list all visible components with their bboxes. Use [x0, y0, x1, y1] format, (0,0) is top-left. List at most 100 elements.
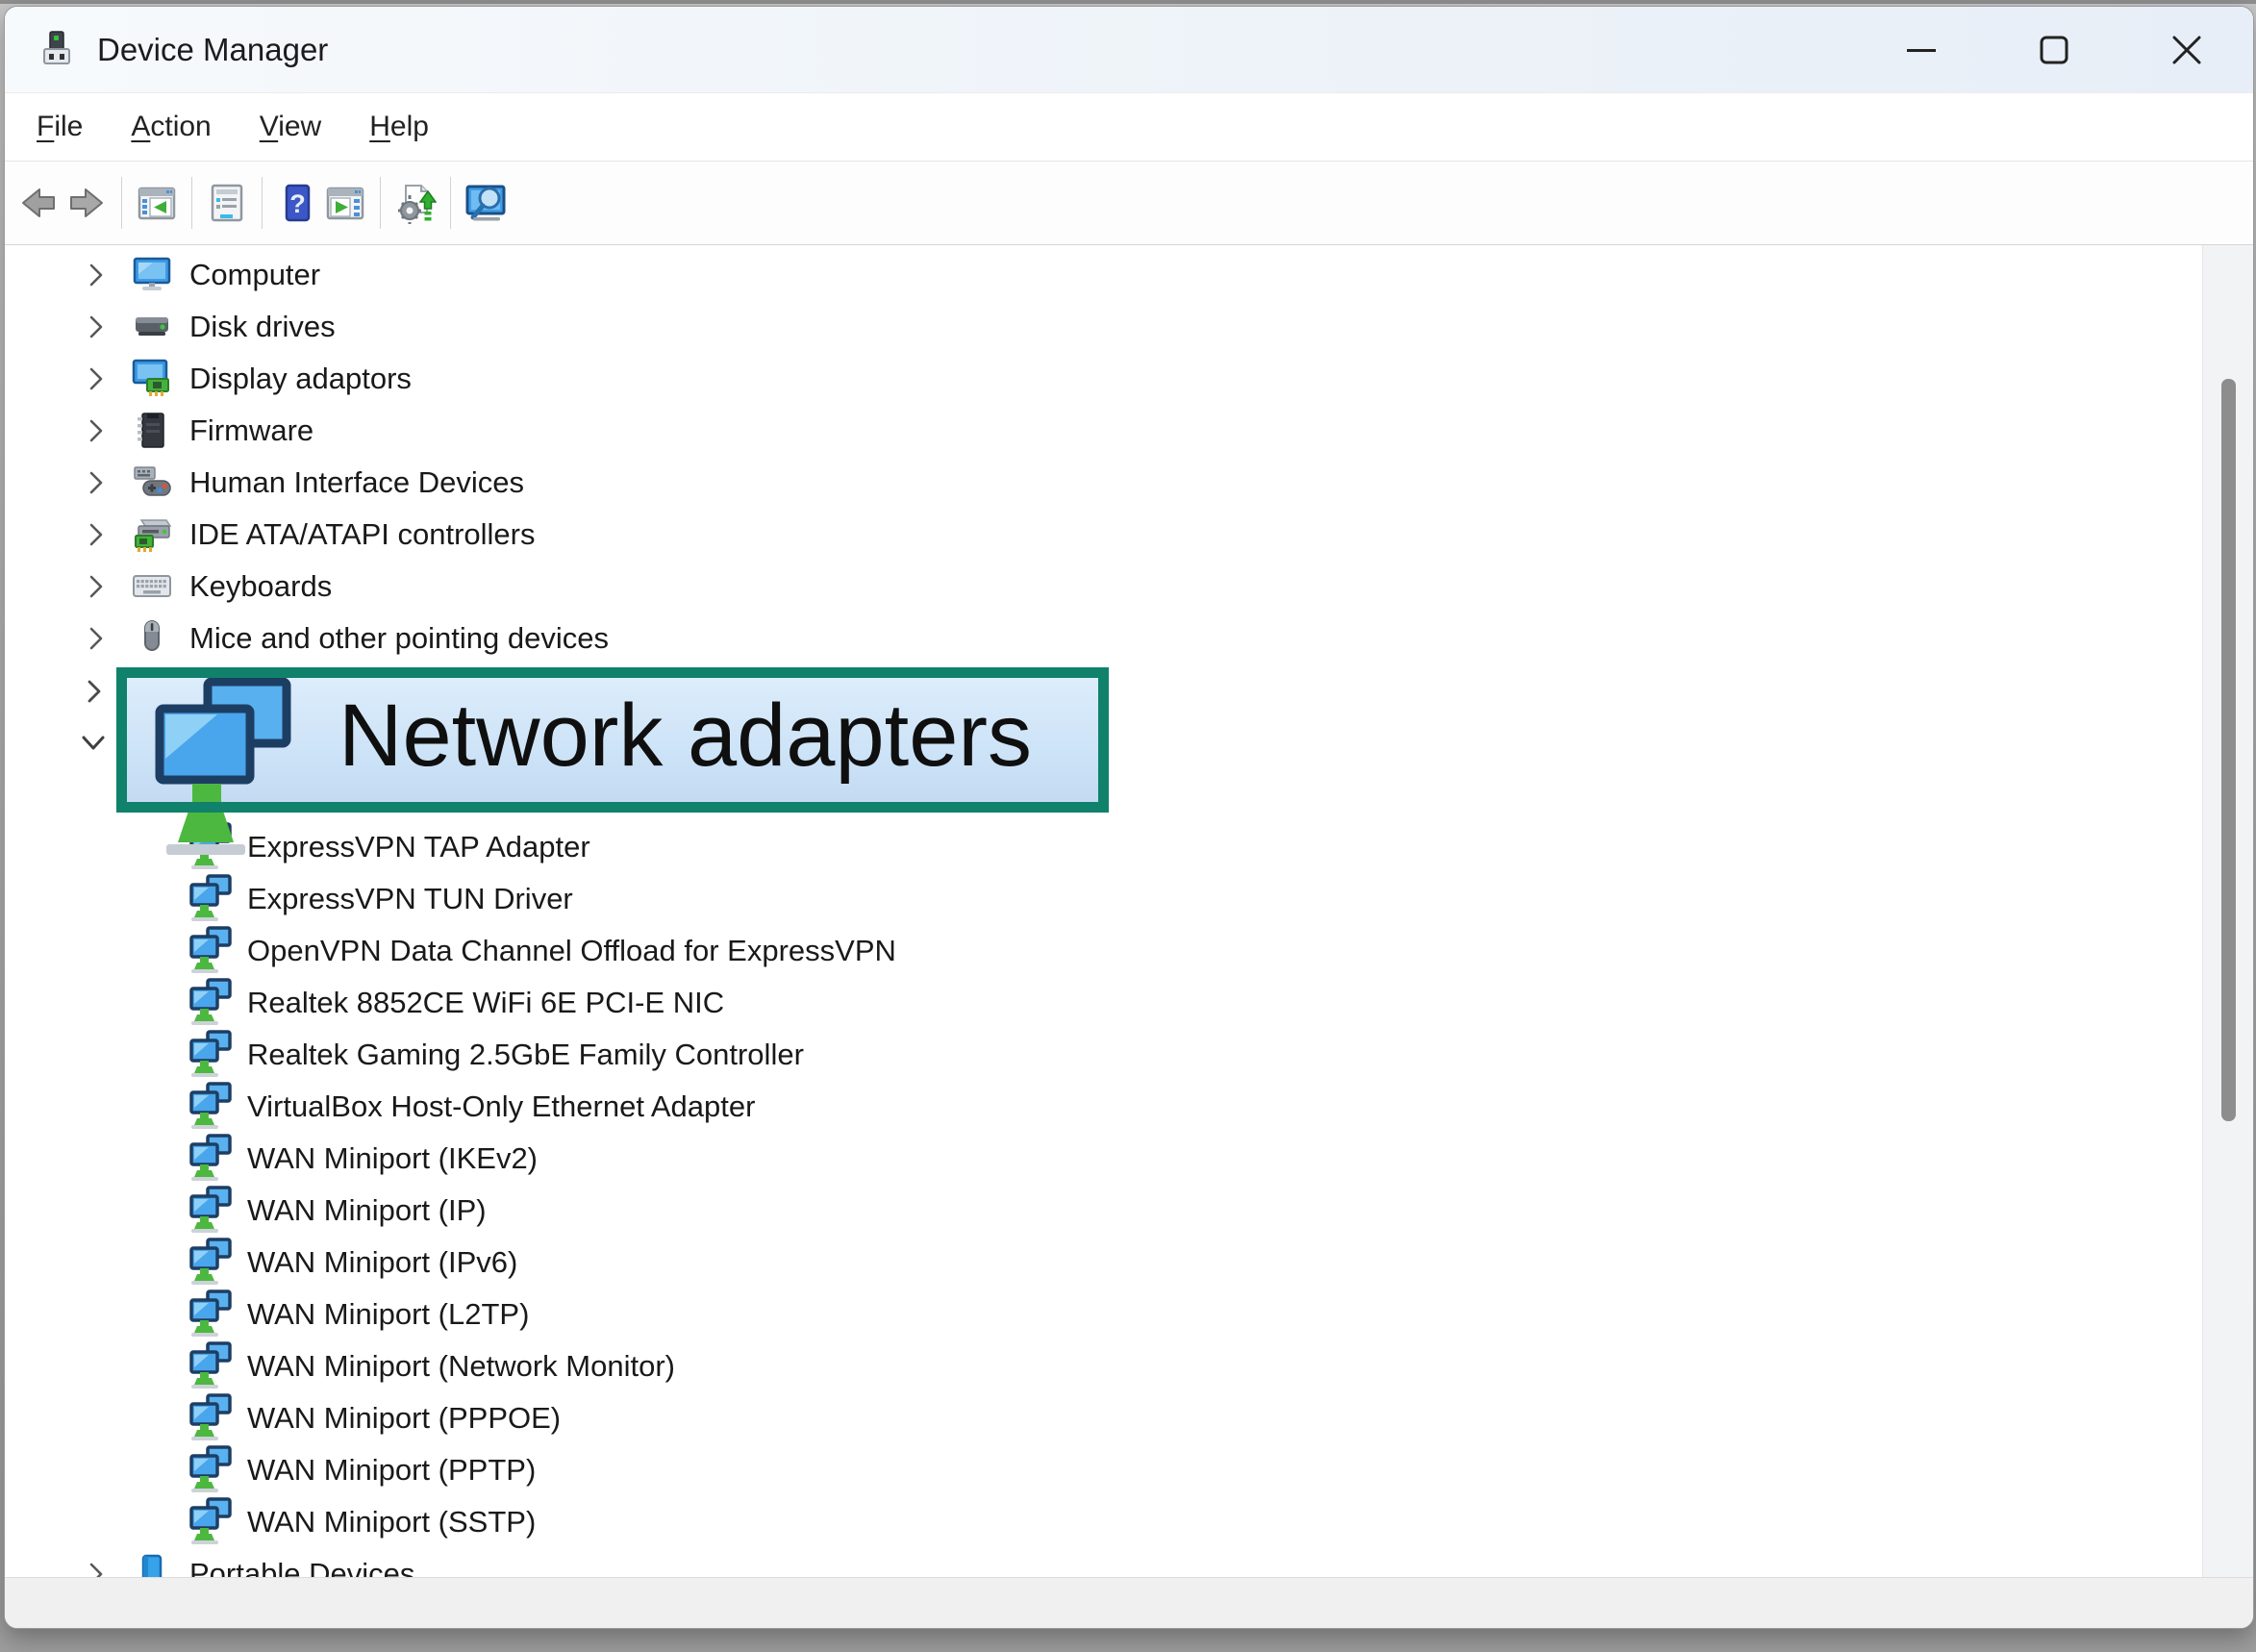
tree-item-network-adapter[interactable]: Realtek Gaming 2.5GbE Family Controller — [5, 1029, 2253, 1081]
tree-item-network-adapter[interactable]: ExpressVPN TAP Adapter — [5, 821, 2253, 873]
ide-controller-icon — [130, 513, 174, 557]
network-adapter-icon — [188, 1238, 234, 1288]
network-adapter-icon — [188, 1497, 234, 1547]
properties-button[interactable] — [203, 173, 251, 233]
tree-item-ide-controllers[interactable]: IDE ATA/ATAPI controllers — [5, 509, 2253, 561]
chevron-right-icon[interactable] — [86, 263, 109, 288]
tree-item-label: Portable Devices — [189, 1557, 414, 1577]
chevron-right-icon[interactable] — [86, 418, 109, 443]
tree-item-network-adapter[interactable]: WAN Miniport (PPPOE) — [5, 1392, 2253, 1444]
close-icon — [2170, 34, 2203, 66]
minimize-icon — [1905, 34, 1938, 66]
selected-category-label: Network adapters — [338, 691, 1032, 789]
scrollbar-thumb[interactable] — [2221, 379, 2236, 1121]
close-button[interactable] — [2120, 7, 2253, 92]
status-bar — [5, 1577, 2253, 1628]
chevron-right-icon[interactable] — [86, 314, 109, 339]
tree-item-label: Firmware — [189, 413, 313, 448]
tree-item-human-interface-devices[interactable]: Human Interface Devices — [5, 457, 2253, 509]
tree-item-network-adapter[interactable]: WAN Miniport (IPv6) — [5, 1237, 2253, 1289]
tree-item-network-adapter[interactable]: VirtualBox Host-Only Ethernet Adapter — [5, 1081, 2253, 1133]
tree-item-label: Computer — [189, 258, 320, 292]
menu-view[interactable]: View — [236, 101, 345, 153]
window-controls — [1855, 7, 2253, 92]
tree-item-label: Keyboards — [189, 569, 332, 604]
tree-item-network-adapter[interactable]: WAN Miniport (PPTP) — [5, 1444, 2253, 1496]
toolbar-separator — [380, 177, 381, 229]
tree-item-label: WAN Miniport (IKEv2) — [247, 1141, 538, 1176]
tree-item-network-adapter[interactable]: ExpressVPN TUN Driver — [5, 873, 2253, 925]
svg-text:?: ? — [289, 189, 306, 218]
vertical-scrollbar[interactable] — [2202, 245, 2253, 1577]
network-adapter-icon — [188, 1030, 234, 1080]
chevron-right-icon[interactable] — [86, 626, 109, 651]
maximize-icon — [2038, 34, 2070, 66]
device-tree: Computer Disk drives — [5, 245, 2253, 1577]
scan-for-hardware-changes-button[interactable] — [462, 173, 510, 233]
network-adapters-highlight[interactable]: Network adapters — [116, 667, 1109, 813]
network-adapters-icon — [150, 678, 294, 802]
tree-item-network-adapter[interactable]: Realtek 8852CE WiFi 6E PCI-E NIC — [5, 977, 2253, 1029]
tree-item-display-adaptors[interactable]: Display adaptors — [5, 353, 2253, 405]
tree-item-label: Disk drives — [189, 310, 336, 344]
chevron-right-icon[interactable] — [86, 574, 109, 599]
network-adapter-icon — [188, 874, 234, 924]
tree-item-network-adapter[interactable]: WAN Miniport (L2TP) — [5, 1289, 2253, 1340]
menu-action[interactable]: Action — [107, 101, 235, 153]
tree-item-label: IDE ATA/ATAPI controllers — [189, 517, 535, 552]
chevron-right-icon[interactable] — [86, 1562, 109, 1577]
computer-icon — [130, 253, 174, 297]
chevron-right-icon[interactable] — [86, 522, 109, 547]
tree-item-network-adapter[interactable]: WAN Miniport (IKEv2) — [5, 1133, 2253, 1185]
tree-item-network-adapter[interactable]: WAN Miniport (IP) — [5, 1185, 2253, 1237]
arrow-left-icon — [19, 184, 58, 222]
chevron-right-icon[interactable] — [86, 470, 109, 495]
minimize-button[interactable] — [1855, 7, 1988, 92]
chevron-down-icon[interactable] — [80, 734, 107, 753]
hid-icon — [130, 461, 174, 505]
network-adapter-icon — [188, 1445, 234, 1495]
show-hide-action-pane-button[interactable] — [321, 173, 369, 233]
network-adapters-row[interactable]: Network adapters — [5, 664, 2253, 812]
titlebar[interactable]: Device Manager — [5, 7, 2253, 93]
tree-item-portable-devices[interactable]: Portable Devices — [5, 1548, 2253, 1577]
screen-edge — [0, 0, 2256, 4]
network-adapter-icon — [188, 1186, 234, 1236]
help-icon: ? — [277, 183, 317, 223]
tree-item-label: Realtek Gaming 2.5GbE Family Controller — [247, 1038, 804, 1072]
tree-item-network-adapter[interactable]: OpenVPN Data Channel Offload for Express… — [5, 925, 2253, 977]
update-driver-button[interactable] — [391, 173, 439, 233]
maximize-button[interactable] — [1988, 7, 2120, 92]
tree-item-network-adapter[interactable]: WAN Miniport (Network Monitor) — [5, 1340, 2253, 1392]
update-driver-icon — [394, 182, 437, 224]
tree-item-computer[interactable]: Computer — [5, 249, 2253, 301]
tree-item-disk-drives[interactable]: Disk drives — [5, 301, 2253, 353]
chevron-right-icon[interactable] — [86, 366, 109, 391]
help-button[interactable]: ? — [273, 173, 321, 233]
console-tree-icon — [137, 183, 177, 223]
network-adapter-icon — [188, 978, 234, 1028]
tree-item-network-adapter[interactable]: WAN Miniport (SSTP) — [5, 1496, 2253, 1548]
show-hide-console-tree-button[interactable] — [133, 173, 181, 233]
network-adapter-icon — [188, 1082, 234, 1132]
forward-button[interactable] — [63, 173, 111, 233]
toolbar-separator — [450, 177, 451, 229]
tree-item-label: VirtualBox Host-Only Ethernet Adapter — [247, 1089, 755, 1124]
tree-item-label: WAN Miniport (IPv6) — [247, 1245, 517, 1280]
back-button[interactable] — [14, 173, 63, 233]
menu-file[interactable]: File — [13, 101, 107, 153]
tree-item-label: WAN Miniport (PPTP) — [247, 1453, 536, 1488]
network-adapter-icon — [188, 1393, 234, 1443]
properties-icon — [207, 183, 247, 223]
tree-item-label: WAN Miniport (SSTP) — [247, 1505, 536, 1539]
tree-item-label: Human Interface Devices — [189, 465, 524, 500]
tree-item-keyboards[interactable]: Keyboards — [5, 561, 2253, 613]
action-pane-icon — [325, 183, 365, 223]
hidden-row-chevron-right-icon[interactable] — [84, 679, 105, 704]
tree-item-label: WAN Miniport (L2TP) — [247, 1297, 529, 1332]
menu-help[interactable]: Help — [345, 101, 453, 153]
tree-item-label: Realtek 8852CE WiFi 6E PCI-E NIC — [247, 986, 724, 1020]
tree-item-mice[interactable]: Mice and other pointing devices — [5, 613, 2253, 664]
tree-item-firmware[interactable]: Firmware — [5, 405, 2253, 457]
arrow-right-icon — [67, 184, 106, 222]
